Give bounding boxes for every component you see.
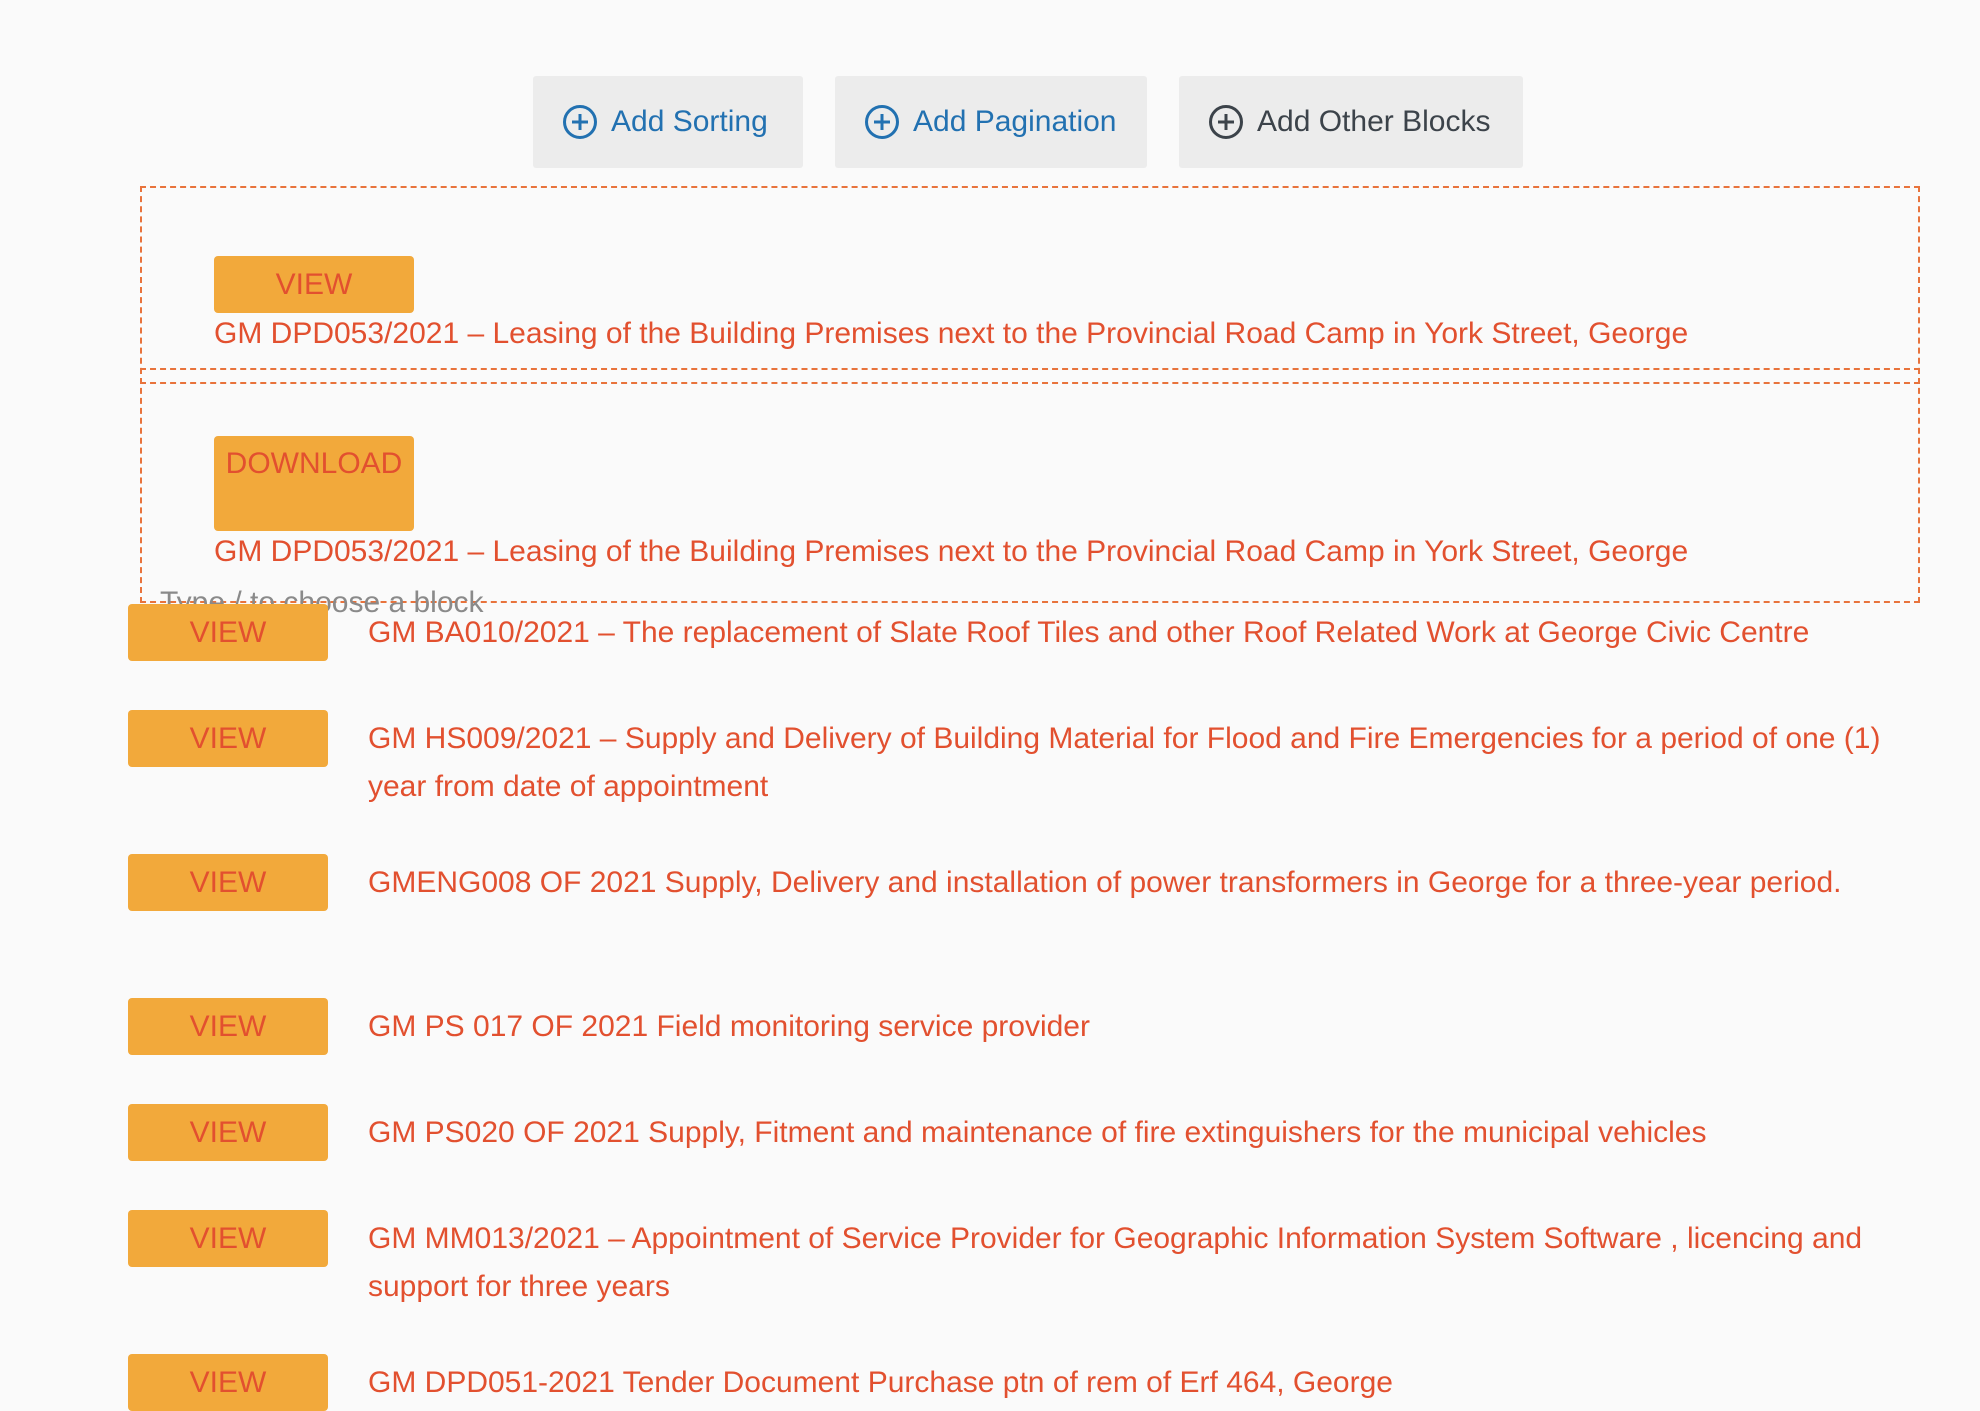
list-item: VIEW GM PS020 OF 2021 Supply, Fitment an…	[128, 1104, 1928, 1161]
tender-title[interactable]: GM PS020 OF 2021 Supply, Fitment and mai…	[128, 1104, 1928, 1157]
tender-title[interactable]: GM DPD053/2021 – Leasing of the Building…	[214, 310, 1688, 358]
view-button[interactable]: VIEW	[128, 998, 328, 1055]
tender-title[interactable]: GM PS 017 OF 2021 Field monitoring servi…	[128, 998, 1928, 1051]
tender-title[interactable]: GM MM013/2021 – Appointment of Service P…	[128, 1210, 1928, 1311]
tender-title[interactable]: GMENG008 OF 2021 Supply, Delivery and in…	[128, 854, 1928, 907]
tender-title[interactable]: GM DPD051-2021 Tender Document Purchase …	[128, 1354, 1928, 1407]
download-button[interactable]: DOWNLOAD	[214, 436, 414, 531]
add-pagination-button[interactable]: Add Pagination	[835, 76, 1147, 168]
view-button[interactable]: VIEW	[128, 854, 328, 911]
view-button[interactable]: VIEW	[128, 1104, 328, 1161]
add-pagination-label: Add Pagination	[913, 105, 1117, 138]
tender-title[interactable]: GM DPD053/2021 – Leasing of the Building…	[214, 528, 1688, 576]
add-other-blocks-label: Add Other Blocks	[1257, 105, 1491, 138]
view-button[interactable]: VIEW	[128, 710, 328, 767]
view-button[interactable]: VIEW	[128, 1354, 328, 1411]
list-item: VIEW GM HS009/2021 – Supply and Delivery…	[128, 710, 1928, 811]
list-item: VIEW GM MM013/2021 – Appointment of Serv…	[128, 1210, 1928, 1311]
add-other-blocks-button[interactable]: Add Other Blocks	[1179, 76, 1523, 168]
list-item: VIEW GM PS 017 OF 2021 Field monitoring …	[128, 998, 1928, 1055]
list-item: VIEW GM BA010/2021 – The replacement of …	[128, 604, 1928, 661]
list-item: VIEW GMENG008 OF 2021 Supply, Delivery a…	[128, 854, 1928, 911]
tender-title[interactable]: GM BA010/2021 – The replacement of Slate…	[128, 604, 1928, 657]
add-sorting-label: Add Sorting	[611, 105, 768, 138]
plus-circle-icon	[1209, 105, 1243, 139]
tender-title[interactable]: GM HS009/2021 – Supply and Delivery of B…	[128, 710, 1928, 811]
plus-circle-icon	[563, 105, 597, 139]
view-button[interactable]: VIEW	[128, 1210, 328, 1267]
view-button[interactable]: VIEW	[214, 256, 414, 313]
plus-circle-icon	[865, 105, 899, 139]
list-item: VIEW GM DPD051-2021 Tender Document Purc…	[128, 1354, 1928, 1411]
block-toolbar: Add Sorting Add Pagination Add Other Blo…	[0, 76, 1980, 168]
add-sorting-button[interactable]: Add Sorting	[533, 76, 803, 168]
view-button[interactable]: VIEW	[128, 604, 328, 661]
